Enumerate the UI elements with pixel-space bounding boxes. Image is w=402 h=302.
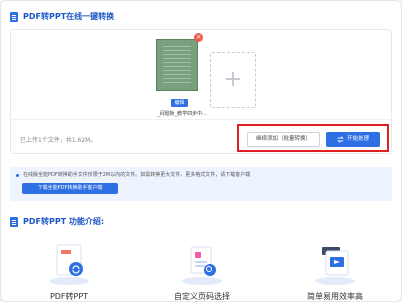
feature-label: 简单易用效率高 (307, 292, 363, 301)
pdf-to-ppt-icon (49, 244, 89, 285)
feature-item-easy-use: 简单易用效率高 (290, 241, 380, 301)
add-file-button[interactable]: + (210, 52, 256, 108)
features-title-text: PDF转PPT 功能介绍: (23, 217, 105, 226)
upload-divider (10, 119, 392, 120)
features-title: PDF转PPT 功能介绍: (10, 216, 104, 227)
start-process-label: 开始处理 (346, 136, 369, 142)
notice-box: 在线版全能PDF转换助手文件仅限于2M以内的文件。如需转换更大文件、更多格式文件… (10, 167, 392, 201)
start-process-button[interactable]: 开始处理 (326, 132, 380, 147)
page-title-text: PDF转PPT在线一键转换 (23, 12, 115, 21)
document-icon (10, 11, 18, 22)
continue-add-button[interactable]: 继续添加（批量转换） (247, 132, 320, 147)
edit-file-button[interactable]: 编辑 (171, 99, 188, 107)
upload-status: 已上传1个文件，共1.62M。 (20, 137, 97, 144)
remove-file-icon[interactable]: × (194, 33, 203, 42)
convert-icon (337, 136, 344, 143)
download-client-button[interactable]: 下载全能PDF转换助手客户端 (22, 183, 118, 194)
feature-item-page-select: 自定义页码选择 (157, 241, 247, 301)
document-icon (10, 216, 18, 227)
thumbnail-page-lines (163, 46, 191, 84)
notice-text: 在线版全能PDF转换助手文件仅限于2M以内的文件。如需转换更大文件、更多格式文件… (23, 172, 251, 178)
file-name: _闷题板_教学四步中... (157, 111, 207, 117)
notice-bullet-icon (16, 174, 19, 177)
feature-item-pdf-to-ppt: PDF转PPT (24, 241, 114, 301)
page-title: PDF转PPT在线一键转换 (10, 11, 114, 22)
feature-label: 自定义页码选择 (174, 292, 230, 301)
converter-panel: PDF转PPT在线一键转换 × 编辑 _闷题板_教学四步中... + 已上传1个… (0, 0, 402, 302)
feature-label: PDF转PPT (49, 292, 89, 301)
doc-convert-icon (315, 247, 355, 285)
file-thumbnail[interactable] (156, 39, 198, 91)
page-select-icon (182, 246, 222, 285)
